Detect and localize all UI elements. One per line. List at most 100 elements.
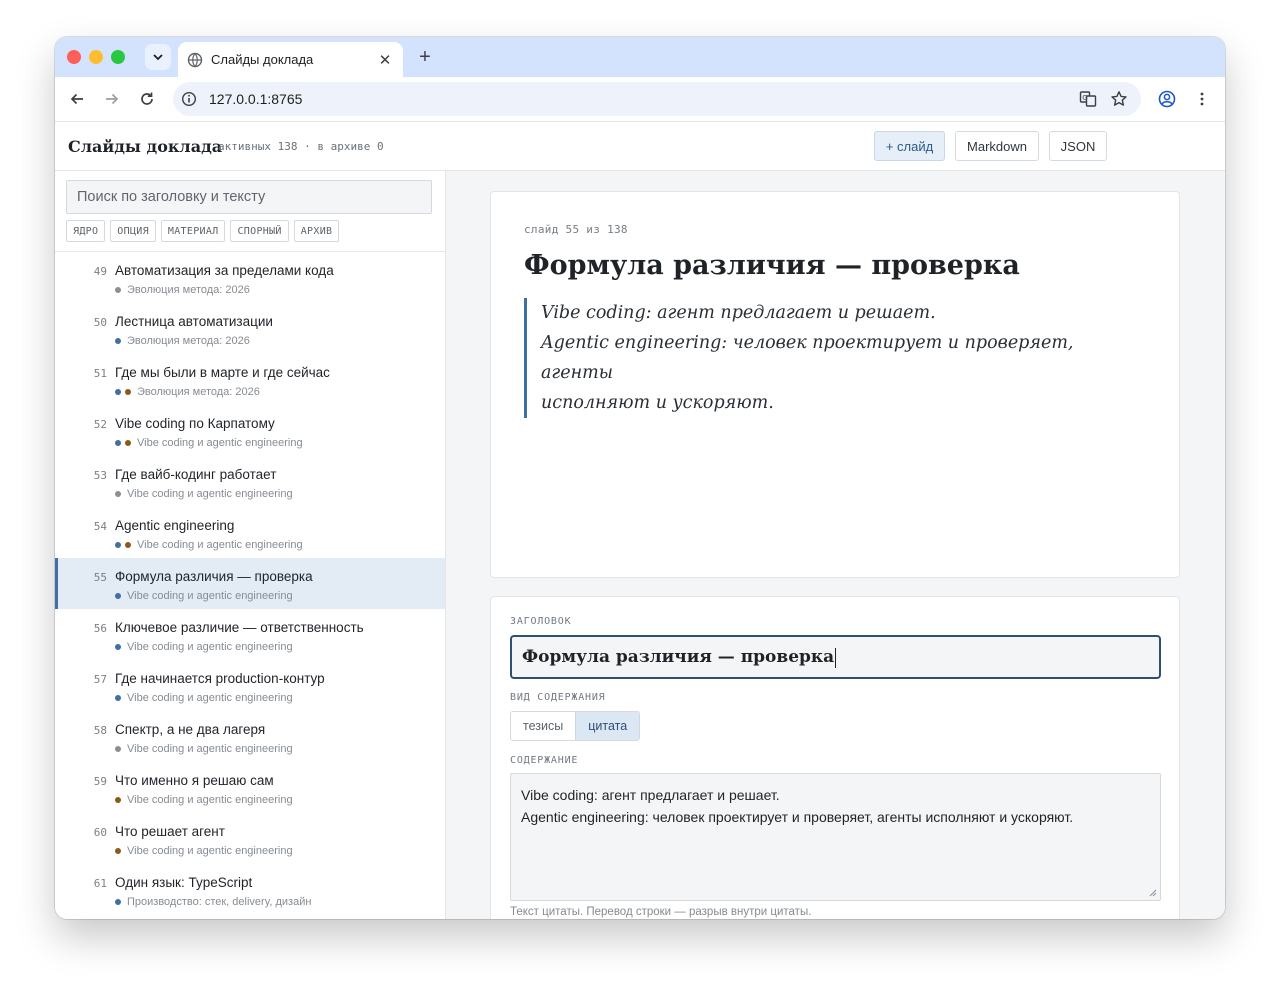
add-slide-button[interactable]: + слайд xyxy=(874,131,945,161)
quote-line: Vibe coding: агент предлагает и решает. xyxy=(541,303,936,323)
svg-text:G: G xyxy=(1082,94,1087,102)
content-kind-toggle: тезисы цитата xyxy=(510,711,641,741)
slide-list-meta: Vibe coding и agentic engineering xyxy=(115,692,293,704)
slide-section: Эволюция метода: 2026 xyxy=(127,335,250,347)
bookmark-star-icon[interactable] xyxy=(1109,89,1129,109)
slide-section: Vibe coding и agentic engineering xyxy=(127,692,293,704)
tag-dot xyxy=(115,797,121,803)
slide-list-meta: Vibe coding и agentic engineering xyxy=(115,539,303,551)
resize-handle-icon[interactable] xyxy=(1149,889,1157,897)
slide-list-title: Ключевое различие — ответственность xyxy=(115,620,364,635)
url-text: 127.0.0.1:8765 xyxy=(209,91,303,107)
text-caret xyxy=(835,647,837,668)
content-hint: Текст цитаты. Перевод строки — разрыв вн… xyxy=(510,906,812,918)
filter-chip[interactable]: МАТЕРИАЛ xyxy=(160,220,226,242)
slide-list-item[interactable]: 58 Спектр, а не два лагеря Vibe coding и a… xyxy=(55,711,445,762)
profile-icon xyxy=(1158,90,1176,108)
more-vertical-icon xyxy=(1200,92,1204,106)
close-window-button[interactable] xyxy=(67,50,81,64)
slide-list-item[interactable]: 54 Agentic engineering Vibe coding и agent… xyxy=(55,507,445,558)
slide-section: Производство: стек, delivery, дизайн xyxy=(127,896,312,908)
slide-list-title: Где вайб-кодинг работает xyxy=(115,467,277,482)
filter-chip[interactable]: ОПЦИЯ xyxy=(110,220,156,242)
slide-list-item[interactable]: 61 Один язык: TypeScript Производство: сте… xyxy=(55,864,445,915)
slide-section: Vibe coding и agentic engineering xyxy=(127,794,293,806)
content-kind-option[interactable]: тезисы xyxy=(511,712,576,740)
close-tab-icon[interactable]: ✕ xyxy=(377,52,393,69)
content-textarea[interactable]: Vibe coding: агент предлагает и решает. A… xyxy=(510,773,1161,901)
search-input[interactable]: Поиск по заголовку и тексту xyxy=(66,180,432,214)
tag-dot xyxy=(115,287,121,293)
slide-list-title: Agentic engineering xyxy=(115,518,235,533)
reload-button[interactable] xyxy=(135,87,159,111)
slide-list-item[interactable]: 60 Что решает агент Vibe coding и agentic … xyxy=(55,813,445,864)
globe-icon xyxy=(187,52,203,68)
browser-window: Слайды доклада ✕ + 127.0.0.1:8765 G Слай… xyxy=(55,37,1225,919)
slide-list-item[interactable]: 56 Ключевое различие — ответственность Vib… xyxy=(55,609,445,660)
content-line: Agentic engineering: человек проектирует… xyxy=(521,809,1074,825)
forward-button[interactable] xyxy=(100,87,124,111)
export-markdown-button[interactable]: Markdown xyxy=(955,131,1039,161)
browser-menu-button[interactable] xyxy=(1190,87,1214,111)
slide-section: Vibe coding и agentic engineering xyxy=(127,590,293,602)
app-title: Слайды доклада xyxy=(68,137,223,156)
reload-icon xyxy=(141,92,153,105)
slide-list-meta: Vibe coding и agentic engineering xyxy=(115,590,293,602)
slide-list-item-active[interactable]: 55 Формула различия — проверка Vibe coding… xyxy=(55,558,445,609)
slide-list-meta: Производство: стек, delivery, дизайн xyxy=(115,896,311,908)
browser-toolbar: 127.0.0.1:8765 G xyxy=(55,77,1225,121)
slide-number: 59 xyxy=(93,775,107,788)
slide-list-meta: Vibe coding и agentic engineering xyxy=(115,794,293,806)
filter-chip[interactable]: АРХИВ xyxy=(293,220,340,242)
slide-list-item[interactable]: 50 Лестница автоматизации Эволюция метода:… xyxy=(55,303,445,354)
filter-chip[interactable]: ЯДРО xyxy=(66,220,106,242)
content-kind-option[interactable]: цитата xyxy=(575,712,640,740)
slide-section: Vibe coding и agentic engineering xyxy=(137,539,303,551)
title-label: ЗАГОЛОВОК xyxy=(510,616,572,627)
slide-list-meta: Vibe coding и agentic engineering xyxy=(115,743,293,755)
title-input[interactable]: Формула различия — проверка xyxy=(510,635,1161,679)
tag-dot xyxy=(125,542,131,548)
tag-dot xyxy=(115,899,121,905)
slide-position: слайд 55 из 138 xyxy=(524,223,628,236)
slide-number: 52 xyxy=(93,418,107,431)
quote-line: Agentic engineering: человек проектирует… xyxy=(541,333,1074,383)
arrow-right-icon xyxy=(106,93,119,105)
export-json-button[interactable]: JSON xyxy=(1049,131,1107,161)
translate-icon[interactable]: G xyxy=(1078,89,1098,109)
slide-list-item[interactable]: 51 Где мы были в марте и где сейчас Эволюц… xyxy=(55,354,445,405)
maximize-window-button[interactable] xyxy=(111,50,125,64)
content-kind-label: ВИД СОДЕРЖАНИЯ xyxy=(510,692,606,703)
slide-list-title: Автоматизация за пределами кода xyxy=(115,263,334,278)
slide-list-meta: Vibe coding и agentic engineering xyxy=(115,437,303,449)
tab-title: Слайды доклада xyxy=(211,52,314,67)
slide-section: Vibe coding и agentic engineering xyxy=(127,743,293,755)
tag-dot xyxy=(115,440,121,446)
slide-number: 51 xyxy=(93,367,107,380)
slide-list-title: Один язык: TypeScript xyxy=(115,875,253,890)
new-tab-button[interactable]: + xyxy=(413,45,437,69)
filter-chip[interactable]: СПОРНЫЙ xyxy=(230,220,289,242)
slide-title: Формула различия — проверка xyxy=(524,250,1020,281)
slide-stats: активных 138 · в архиве 0 xyxy=(218,140,384,153)
slide-list-meta: Эволюция метода: 2026 xyxy=(115,284,250,296)
minimize-window-button[interactable] xyxy=(89,50,103,64)
slide-list-title: Где начинается production-контур xyxy=(115,671,325,686)
slide-list-item[interactable]: 52 Vibe coding по Карпатому Vibe coding и … xyxy=(55,405,445,456)
slide-number: 58 xyxy=(93,724,107,737)
slide-number: 60 xyxy=(93,826,107,839)
tab-search-button[interactable] xyxy=(145,44,171,70)
slide-number: 56 xyxy=(93,622,107,635)
active-indicator xyxy=(55,558,58,609)
slide-list-item[interactable]: 57 Где начинается production-контур Vibe c… xyxy=(55,660,445,711)
slide-list-meta: Vibe coding и agentic engineering xyxy=(115,641,293,653)
back-button[interactable] xyxy=(65,87,89,111)
address-bar[interactable]: 127.0.0.1:8765 G xyxy=(173,82,1141,116)
slide-list-item[interactable]: 59 Что именно я решаю сам Vibe coding и ag… xyxy=(55,762,445,813)
slide-section: Vibe coding и agentic engineering xyxy=(127,488,293,500)
site-info-icon[interactable] xyxy=(181,91,197,107)
slide-list-item[interactable]: 49 Автоматизация за пределами кода Эволюци… xyxy=(55,252,445,303)
browser-tab[interactable]: Слайды доклада ✕ xyxy=(178,42,403,77)
slide-list-item[interactable]: 53 Где вайб-кодинг работает Vibe coding и … xyxy=(55,456,445,507)
profile-button[interactable] xyxy=(1155,87,1179,111)
